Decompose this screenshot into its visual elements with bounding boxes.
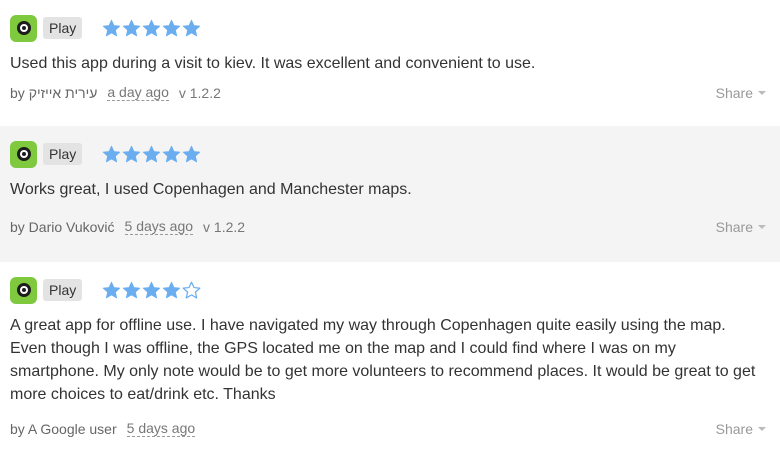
reviews-list: Play Used this app during a visit to kie… xyxy=(0,0,780,466)
app-icon xyxy=(10,276,37,304)
store-badge: Play xyxy=(43,17,83,39)
star-filled-icon xyxy=(162,281,181,298)
app-icon xyxy=(10,140,37,168)
chevron-down-icon xyxy=(758,426,766,431)
share-label: Share xyxy=(715,420,753,437)
share-label: Share xyxy=(715,84,753,101)
review-author: by עירית אייזיק xyxy=(10,84,98,101)
review-header: Play xyxy=(10,140,766,168)
chevron-down-icon xyxy=(758,90,766,95)
review-header: Play xyxy=(10,14,766,42)
review-text: Works great, I used Copenhagen and Manch… xyxy=(10,181,412,198)
star-filled-icon xyxy=(142,145,161,162)
star-filled-icon xyxy=(122,145,141,162)
review-item: Play Works great, I used Copenhagen and … xyxy=(0,126,780,262)
share-button[interactable]: Share xyxy=(716,85,766,101)
star-filled-icon xyxy=(122,281,141,298)
star-filled-icon xyxy=(162,145,181,162)
star-filled-icon xyxy=(122,19,141,36)
star-rating xyxy=(102,281,201,300)
review-header: Play xyxy=(10,276,766,304)
star-empty-icon xyxy=(182,281,201,299)
star-filled-icon xyxy=(102,145,121,162)
app-icon xyxy=(10,14,37,42)
review-item: Play Used this app during a visit to kie… xyxy=(0,0,780,126)
star-rating xyxy=(102,19,201,38)
share-label: Share xyxy=(715,218,753,235)
review-author: by Dario Vuković xyxy=(10,218,115,235)
review-date[interactable]: a day ago xyxy=(107,84,169,101)
review-date[interactable]: 5 days ago xyxy=(124,218,194,235)
star-filled-icon xyxy=(182,145,201,162)
star-filled-icon xyxy=(162,19,181,36)
star-filled-icon xyxy=(182,19,201,36)
review-item: Play A great app for offline use. I have… xyxy=(0,262,780,466)
star-filled-icon xyxy=(142,19,161,36)
store-badge: Play xyxy=(43,279,83,301)
review-meta: by עירית אייזיק a day ago v 1.2.2 Share xyxy=(10,84,766,101)
star-filled-icon xyxy=(102,19,121,36)
star-filled-icon xyxy=(142,281,161,298)
chevron-down-icon xyxy=(758,224,766,229)
review-meta: by Dario Vuković 5 days ago v 1.2.2 Shar… xyxy=(10,218,766,235)
share-button[interactable]: Share xyxy=(716,421,766,437)
review-author: by A Google user xyxy=(10,420,117,437)
star-filled-icon xyxy=(102,281,121,298)
review-date[interactable]: 5 days ago xyxy=(126,420,196,437)
star-rating xyxy=(102,145,201,164)
review-text: Used this app during a visit to kiev. It… xyxy=(10,55,536,72)
store-badge: Play xyxy=(43,143,83,165)
share-button[interactable]: Share xyxy=(716,219,766,235)
review-meta: by A Google user 5 days ago Share xyxy=(10,420,766,437)
app-version: v 1.2.2 xyxy=(203,218,246,235)
app-version: v 1.2.2 xyxy=(178,84,221,101)
review-text: A great app for offline use. I have navi… xyxy=(10,317,756,403)
